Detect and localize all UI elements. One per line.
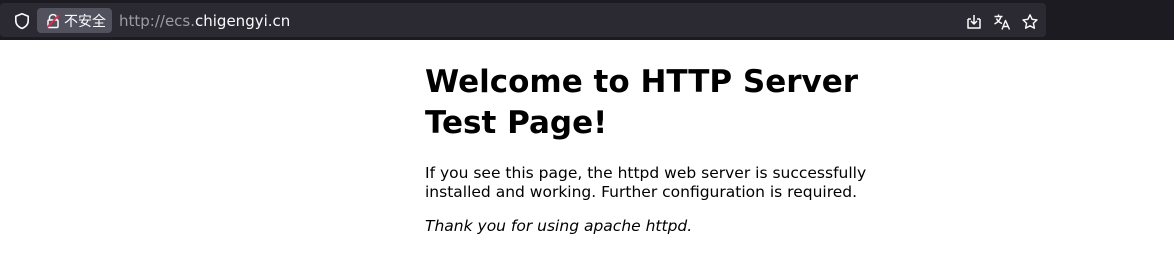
shield-icon[interactable]	[13, 12, 31, 30]
install-message: If you see this page, the httpd web serv…	[425, 164, 867, 201]
save-page-icon[interactable]	[965, 13, 983, 31]
page-content: Welcome to HTTP Server Test Page! If you…	[425, 62, 935, 236]
lock-warning-icon	[46, 13, 60, 28]
page-heading: Welcome to HTTP Server Test Page!	[425, 64, 859, 141]
thank-you-message: Thank you for using apache httpd.	[425, 217, 693, 235]
insecure-connection-badge[interactable]: 不安全	[37, 8, 112, 33]
translate-icon[interactable]	[993, 13, 1011, 31]
url-scheme: http://ecs.	[119, 12, 196, 30]
url-text[interactable]: http://ecs.chigengyi.cn	[119, 12, 290, 30]
url-host: chigengyi.cn	[195, 12, 291, 30]
insecure-label: 不安全	[64, 13, 106, 30]
bookmark-star-icon[interactable]	[1021, 13, 1039, 31]
browser-toolbar: 不安全 http://ecs.chigengyi.cn	[0, 0, 1174, 40]
address-bar[interactable]: 不安全 http://ecs.chigengyi.cn	[0, 3, 1046, 37]
